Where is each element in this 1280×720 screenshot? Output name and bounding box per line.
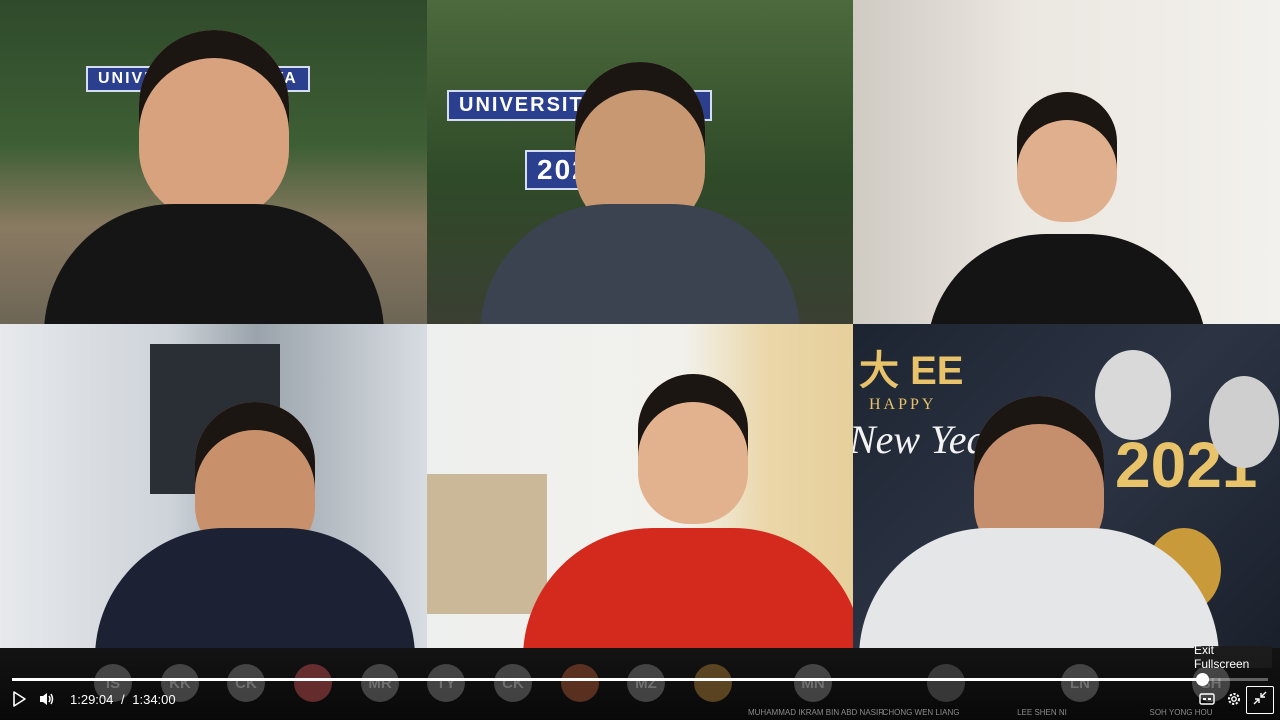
balloon <box>1095 350 1171 440</box>
captions-button[interactable] <box>1198 692 1216 710</box>
participant-body <box>926 234 1207 324</box>
exit-fullscreen-icon <box>1253 691 1267 710</box>
participant-video-1: UNIVERSITY MALAYA <box>0 0 427 324</box>
participant-avatar: MZ <box>627 664 665 702</box>
participant-name: CHONG WEN LIANG <box>882 708 960 717</box>
participant-avatar <box>294 664 332 702</box>
shelf <box>427 474 547 614</box>
exit-fullscreen-button[interactable] <box>1246 686 1274 714</box>
duration: 1:34:00 <box>132 692 176 707</box>
gear-icon <box>1226 691 1242 712</box>
participant-avatar <box>694 664 732 702</box>
participant-video-4 <box>0 324 427 648</box>
participant-avatar: CK <box>494 664 532 702</box>
time-separator: / <box>121 692 125 707</box>
current-time: 1:29:04 <box>70 692 114 707</box>
participant-strip: IS KK CK MR TY CK MZ MN LN SH MUHAMMAD I… <box>0 648 1280 720</box>
participant-avatar: CK <box>227 664 265 702</box>
participant-video-3 <box>853 0 1280 324</box>
volume-button[interactable] <box>36 690 58 712</box>
participant-body <box>480 204 800 324</box>
participant-video-5 <box>427 324 853 648</box>
balloon <box>1209 376 1279 468</box>
participant-video-2: UNIVERSITY MALAYA 2020 <box>427 0 853 324</box>
participant-avatar <box>927 664 965 702</box>
video-grid: UNIVERSITY MALAYA UNIVERSITY MALAYA 2020… <box>0 0 1280 648</box>
happy-text: HAPPY <box>869 396 937 413</box>
scrub-handle[interactable] <box>1196 673 1210 686</box>
participant-body <box>523 528 853 648</box>
participant-avatar: MR <box>361 664 399 702</box>
participant-avatar: MN <box>794 664 832 702</box>
participant-video-6: 大 EE HAPPY New Year 2021 <box>853 324 1280 648</box>
progress-bar[interactable] <box>12 673 1268 686</box>
participant-face <box>138 30 289 220</box>
settings-button[interactable] <box>1224 691 1244 711</box>
progress-fill <box>12 678 1203 681</box>
participant-body <box>43 204 384 324</box>
play-icon <box>12 690 26 712</box>
participant-face <box>638 374 748 524</box>
time-display: 1:29:04 / 1:34:00 <box>70 692 176 707</box>
participant-body <box>95 528 415 648</box>
exit-fullscreen-tooltip: Exit Fullscreen <box>1194 643 1272 671</box>
participant-face <box>1016 92 1117 222</box>
participant-avatar: LN <box>1061 664 1099 702</box>
participant-avatar: TY <box>427 664 465 702</box>
play-button[interactable] <box>8 690 30 712</box>
participant-name: LEE SHEN NI <box>1017 708 1067 717</box>
volume-icon <box>38 691 56 712</box>
banner-chars: 大 EE <box>859 349 964 393</box>
participant-avatar <box>561 664 599 702</box>
player-controls: IS KK CK MR TY CK MZ MN LN SH MUHAMMAD I… <box>0 648 1280 720</box>
captions-icon <box>1199 692 1215 710</box>
